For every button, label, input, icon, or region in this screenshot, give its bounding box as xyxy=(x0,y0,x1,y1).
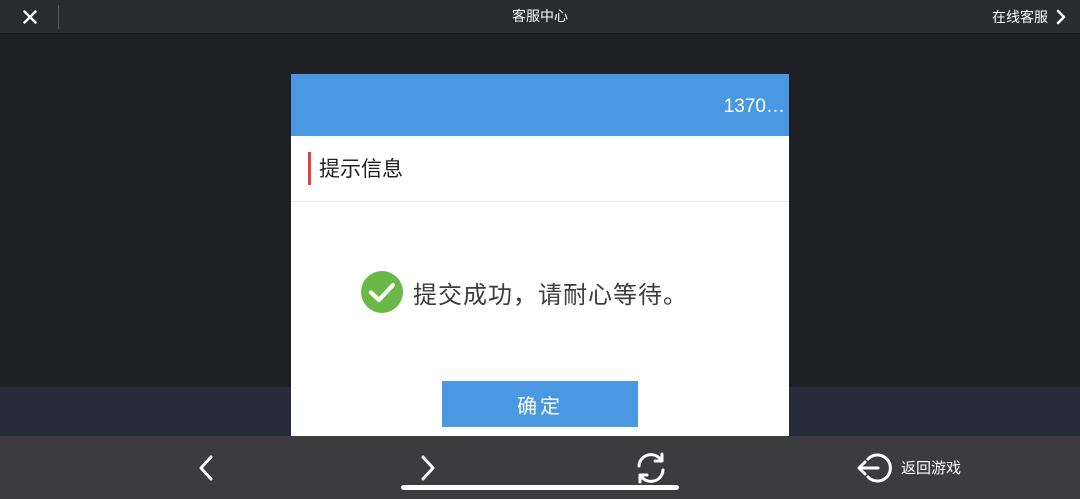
success-message: 提交成功，请耐心等待。 xyxy=(361,270,688,314)
online-service-label: 在线客服 xyxy=(992,10,1048,26)
title-accent-bar xyxy=(308,152,311,185)
close-icon xyxy=(23,10,37,24)
dialog-header: 1370… xyxy=(291,74,789,136)
dialog-title-row: 提示信息 xyxy=(291,136,789,202)
chevron-right-icon xyxy=(421,455,435,480)
exit-icon xyxy=(857,453,892,482)
home-indicator[interactable] xyxy=(401,485,679,490)
refresh-icon xyxy=(637,452,665,483)
page-title: 客服中心 xyxy=(512,9,568,25)
online-service-button[interactable]: 在线客服 xyxy=(992,0,1066,34)
close-button[interactable] xyxy=(10,3,50,31)
check-circle-icon xyxy=(361,271,403,313)
chevron-left-icon xyxy=(199,455,213,480)
chevron-right-icon xyxy=(1056,9,1066,25)
top-bar: 客服中心 在线客服 xyxy=(0,0,1080,34)
dialog-title: 提示信息 xyxy=(319,157,403,181)
return-game-label: 返回游戏 xyxy=(901,459,962,477)
back-button[interactable] xyxy=(183,436,229,499)
top-divider xyxy=(58,5,59,29)
account-number: 1370… xyxy=(723,96,785,117)
message-text: 提交成功，请耐心等待。 xyxy=(413,280,688,309)
success-dialog: 1370… 提示信息 提交成功，请耐心等待。 确定 xyxy=(291,74,789,436)
return-game-button[interactable]: 返回游戏 xyxy=(856,436,961,499)
confirm-button[interactable]: 确定 xyxy=(442,381,638,427)
